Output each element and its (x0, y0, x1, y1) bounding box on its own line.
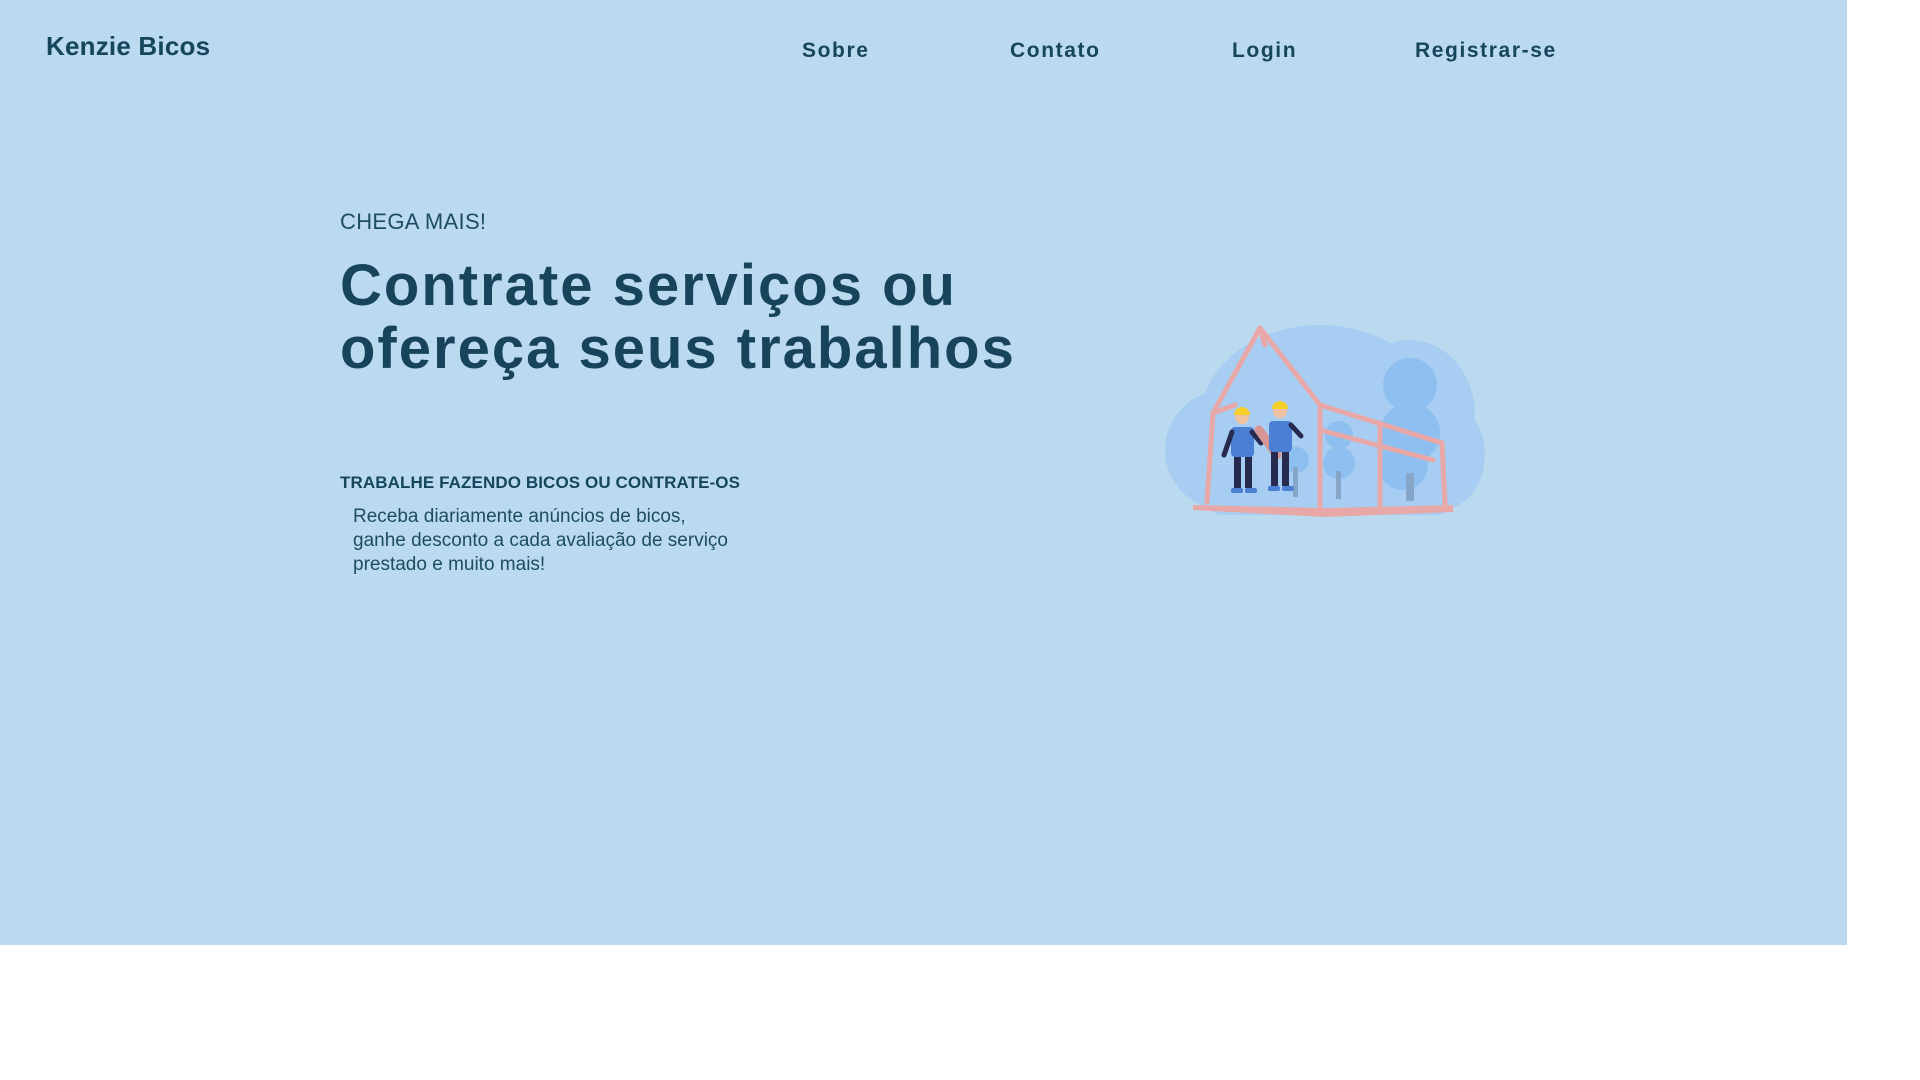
logo[interactable]: Kenzie Bicos (46, 31, 210, 62)
hero-subheadline: TRABALHE FAZENDO BICOS OU CONTRATE-OS (340, 473, 741, 492)
nav-link-sobre[interactable]: Sobre (802, 39, 870, 63)
hero-section: Kenzie Bicos Sobre Contato Login Registr… (0, 0, 1847, 945)
hero-eyebrow: CHEGA MAIS! (340, 209, 487, 234)
hero-headline: Contrate serviços ou ofereça seus trabal… (340, 253, 1016, 381)
page: Kenzie Bicos Sobre Contato Login Registr… (0, 0, 1920, 1080)
nav-link-login[interactable]: Login (1232, 39, 1297, 63)
workers-building-house-illustration (1165, 325, 1485, 517)
hero-description: Receba diariamente anúncios de bicos, ga… (353, 506, 728, 575)
nav-link-registrar[interactable]: Registrar-se (1415, 39, 1557, 63)
nav-link-contato[interactable]: Contato (1010, 39, 1101, 63)
